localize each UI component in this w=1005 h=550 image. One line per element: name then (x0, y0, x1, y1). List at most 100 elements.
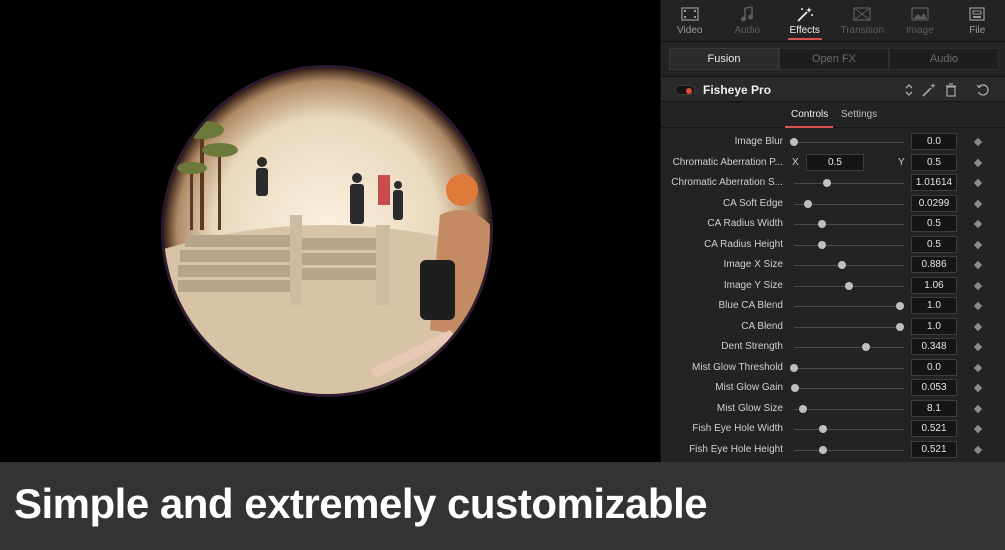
keyframe-diamond-icon[interactable] (973, 322, 983, 331)
param-row: Fish Eye Hole Width 0.521 (661, 419, 1005, 439)
param-row: Blue CA Blend 1.0 (661, 296, 1005, 316)
param-value-field[interactable]: 0.053 (911, 379, 957, 396)
param-value-field[interactable]: 1.06 (911, 276, 957, 294)
param-value-field[interactable]: 0.5 (911, 235, 957, 253)
slider-thumb[interactable] (798, 404, 807, 413)
subtab-audio[interactable]: Audio (889, 48, 999, 70)
keyframe-diamond-icon[interactable] (973, 301, 983, 311)
slider-thumb[interactable] (838, 261, 847, 269)
tab-image[interactable]: Image (891, 0, 949, 41)
keyframe-diamond-icon[interactable] (973, 260, 983, 270)
tab-controls[interactable]: Controls (791, 109, 828, 120)
slider-thumb[interactable] (818, 445, 827, 454)
param-value-field[interactable]: 0.0299 (911, 194, 957, 212)
slider-track[interactable] (794, 224, 904, 225)
param-value-field[interactable]: 1.01614 (911, 174, 957, 191)
keyframe-diamond-icon[interactable] (973, 342, 983, 352)
keyframe-diamond-icon[interactable] (973, 404, 983, 413)
magic-wand-icon[interactable] (921, 82, 937, 98)
keyframe-diamond-icon[interactable] (973, 219, 983, 229)
tab-effects[interactable]: Effects (776, 0, 834, 41)
slider-track[interactable] (794, 326, 904, 328)
slider-thumb[interactable] (861, 343, 870, 351)
x-label: X (792, 156, 799, 168)
slider-thumb[interactable] (818, 425, 827, 433)
param-value-field[interactable]: 0.886 (911, 256, 957, 273)
slider-thumb[interactable] (823, 179, 831, 187)
slider-thumb[interactable] (895, 302, 904, 310)
keyframe-diamond-icon[interactable] (973, 178, 983, 188)
slider-thumb[interactable] (791, 384, 800, 392)
keyframe-diamond-icon[interactable] (973, 281, 983, 290)
tab-settings[interactable]: Settings (841, 109, 877, 120)
slider-thumb[interactable] (817, 220, 826, 228)
param-value-field[interactable]: 0.348 (911, 338, 957, 355)
keyframe-diamond-icon[interactable] (973, 424, 983, 434)
slider-thumb[interactable] (817, 240, 826, 249)
param-row: Mist Glow Threshold 0.0 (661, 358, 1005, 378)
expand-collapse-icon[interactable] (901, 82, 917, 98)
slider-thumb[interactable] (804, 199, 813, 208)
param-label: Fish Eye Hole Height (689, 443, 783, 455)
keyframe-diamond-icon[interactable] (973, 137, 983, 147)
subtab-fusion[interactable]: Fusion (669, 48, 779, 70)
effect-name: Fisheye Pro (703, 83, 772, 97)
slider-thumb[interactable] (845, 281, 853, 290)
slider-track[interactable] (794, 265, 904, 266)
param-value-field[interactable]: 0.521 (911, 420, 957, 437)
trash-icon[interactable] (943, 82, 959, 98)
keyframe-diamond-icon[interactable] (973, 383, 983, 393)
slider-track[interactable] (794, 142, 904, 143)
param-label: CA Radius Height (704, 238, 783, 250)
param-row: Image Blur 0.0 (661, 132, 1005, 152)
keyframe-diamond-icon[interactable] (973, 158, 983, 167)
param-value-field[interactable]: 1.0 (911, 317, 957, 335)
keyframe-diamond-icon[interactable] (973, 240, 983, 249)
subtab-open-fx[interactable]: Open FX (779, 48, 889, 70)
slider-track[interactable] (794, 367, 904, 369)
magic-wand-icon (796, 6, 814, 22)
tab-transition-label: Transition (840, 25, 885, 36)
reset-icon[interactable] (975, 82, 991, 98)
param-value-field[interactable]: 0.5 (911, 215, 957, 232)
param-row: Chromatic Aberration S... 1.01614 (661, 173, 1005, 193)
param-label: Blue CA Blend (718, 300, 784, 311)
tab-audio[interactable]: Audio (719, 0, 777, 41)
tab-video-label: Video (677, 25, 703, 36)
tab-file[interactable]: File (949, 0, 1005, 41)
param-row: Image X Size 0.886 (661, 255, 1005, 275)
tab-video[interactable]: Video (661, 0, 719, 41)
keyframe-diamond-icon[interactable] (973, 199, 983, 208)
slider-track[interactable] (794, 408, 904, 410)
param-label: Image Y Size (723, 279, 783, 291)
slider-track[interactable] (794, 449, 904, 451)
slider-track[interactable] (794, 388, 904, 389)
param-value-field[interactable]: 0.0 (911, 358, 957, 376)
x-value-field[interactable]: 0.5 (806, 153, 864, 171)
param-row: Dent Strength 0.348 (661, 337, 1005, 357)
param-row: Mist Glow Gain 0.053 (661, 378, 1005, 398)
slider-track[interactable] (794, 347, 904, 348)
param-value-field[interactable]: 1.0 (911, 297, 957, 314)
slider-track[interactable] (794, 244, 904, 246)
slider-thumb[interactable] (790, 363, 798, 372)
slider-track[interactable] (794, 306, 904, 307)
slider-track[interactable] (794, 183, 904, 184)
tab-transition[interactable]: Transition (834, 0, 892, 41)
active-tab-underline (785, 126, 833, 128)
param-value-field[interactable]: 8.1 (911, 399, 957, 417)
param-value-field[interactable]: 0.521 (911, 440, 957, 458)
slider-thumb[interactable] (895, 322, 904, 331)
slider-track[interactable] (794, 429, 904, 430)
keyframe-diamond-icon[interactable] (973, 363, 983, 372)
tab-file-label: File (969, 25, 986, 36)
param-value-field[interactable]: 0.0 (911, 133, 957, 150)
param-label: CA Radius Width (707, 218, 783, 229)
effect-enable-toggle[interactable] (675, 85, 695, 95)
y-value-field[interactable]: 0.5 (911, 153, 957, 171)
slider-thumb[interactable] (790, 138, 798, 146)
tab-image-label: Image (905, 25, 934, 36)
keyframe-diamond-icon[interactable] (973, 445, 983, 454)
tab-audio-label: Audio (734, 25, 761, 36)
tab-effects-label: Effects (789, 25, 820, 36)
